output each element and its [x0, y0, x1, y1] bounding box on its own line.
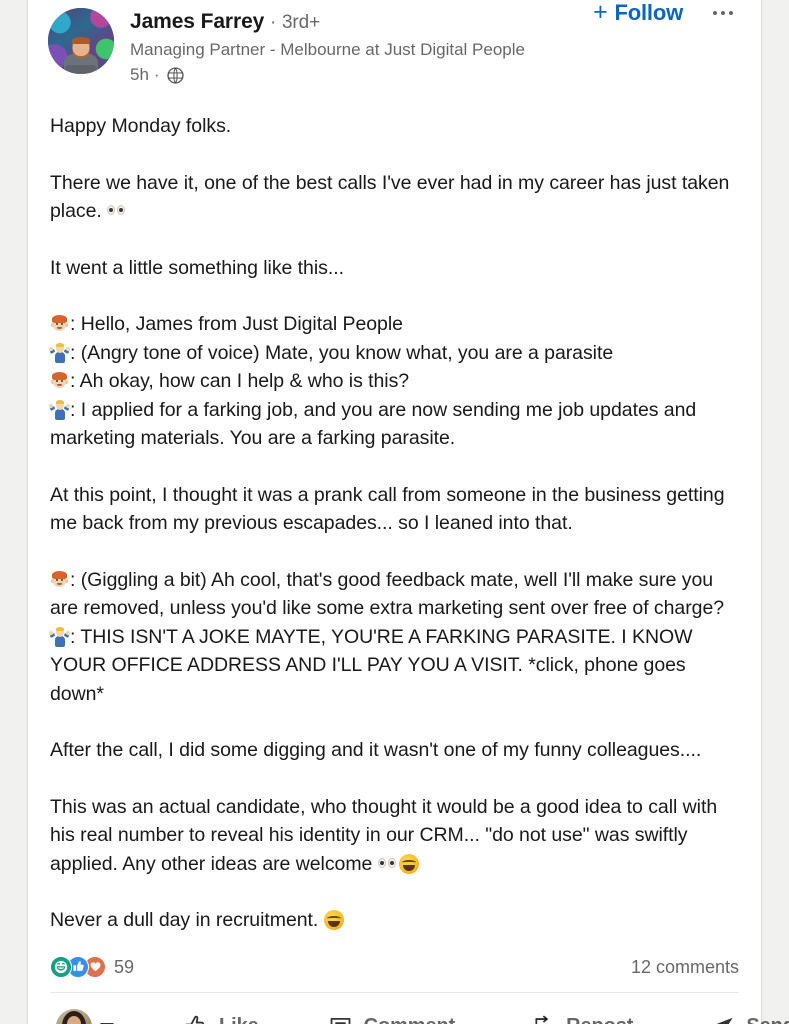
man-shrugging-icon: [49, 399, 70, 420]
post-meta: 5h ·: [130, 64, 741, 86]
man-shrugging-icon: [49, 626, 70, 647]
dialogue-text: : THIS ISN'T A JOKE MAYTE, YOU'RE A FARK…: [50, 625, 698, 705]
post-paragraph: Never a dull day in recruitment.: [50, 906, 739, 935]
like-button[interactable]: Like: [168, 1001, 273, 1024]
paragraph-text: Never a dull day in recruitment.: [50, 909, 324, 931]
more-options-button[interactable]: [699, 1, 747, 25]
comment-button[interactable]: Comment: [313, 1001, 470, 1024]
paragraph-text: At this point, I thought it was a prank …: [50, 483, 730, 535]
post-paragraph: It went a little something like this...: [50, 254, 739, 283]
post-action-bar: Like Comment: [28, 993, 789, 1024]
author-avatar[interactable]: [48, 8, 114, 74]
dialogue-text: : (Angry tone of voice) Mate, you know w…: [70, 341, 614, 364]
post-content: Happy Monday folks. There we have it, on…: [28, 112, 761, 935]
header-actions: + Follow: [587, 0, 747, 34]
ellipsis-icon: [729, 11, 733, 15]
follow-label: Follow: [614, 0, 684, 25]
meta-separator: ·: [153, 65, 160, 84]
linkedin-post-screen: James Farrey · 3rd+ Managing Partner - M…: [0, 0, 789, 1024]
man-shrugging-icon: [49, 342, 70, 363]
paragraph-text: Happy Monday folks.: [50, 115, 232, 137]
reaction-count: 59: [114, 956, 135, 977]
send-label: Send: [746, 1015, 789, 1024]
comment-label: Comment: [364, 1015, 456, 1024]
social-counts-row: 59 12 comments: [28, 953, 761, 981]
post-paragraph: Happy Monday folks.: [50, 112, 739, 141]
follow-button[interactable]: + Follow: [587, 0, 689, 34]
plus-icon: +: [593, 0, 608, 26]
dialogue-block: : Hello, James from Just Digital People:…: [49, 310, 739, 453]
post-timestamp: 5h: [130, 65, 149, 84]
comment-count[interactable]: 12 comments: [631, 956, 739, 978]
rofl-icon: [323, 910, 344, 930]
actor-switcher[interactable]: [46, 1001, 124, 1024]
man-red-hair-icon: [50, 315, 69, 334]
author-headline: Managing Partner - Melbourne at Just Dig…: [130, 40, 525, 59]
eyes-icon: [377, 854, 398, 873]
paper-plane-icon: [709, 1013, 736, 1024]
author-name: James Farrey: [130, 10, 265, 33]
post-paragraph: After the call, I did some digging and i…: [50, 736, 739, 765]
rofl-icon: [398, 853, 419, 874]
dialogue-text: : (Giggling a bit) Ah cool, that's good …: [50, 568, 725, 620]
post-paragraph: This was an actual candidate, who though…: [50, 793, 739, 879]
paragraph-text: There we have it, one of the best calls …: [50, 171, 735, 223]
speech-bubble-icon: [327, 1013, 354, 1024]
ellipsis-icon: [721, 11, 725, 15]
dialogue-text: : Hello, James from Just Digital People: [70, 313, 403, 335]
dialogue-block: : (Giggling a bit) Ah cool, that's good …: [49, 566, 739, 709]
post-paragraph: At this point, I thought it was a prank …: [50, 481, 739, 538]
dialogue-text: : Ah okay, how can I help & who is this?: [70, 370, 410, 392]
post-card: James Farrey · 3rd+ Managing Partner - M…: [28, 0, 789, 1024]
name-separator: ·: [269, 12, 277, 33]
thumbs-up-icon: [182, 1013, 209, 1024]
paragraph-text: After the call, I did some digging and i…: [50, 739, 702, 761]
connection-degree: 3rd+: [281, 12, 321, 33]
avatar: [56, 1008, 92, 1024]
repost-button[interactable]: Repost: [515, 1001, 647, 1024]
eyes-icon: [107, 201, 127, 220]
reactions-group[interactable]: 59: [50, 955, 135, 978]
laugh-reaction-icon: [50, 955, 72, 978]
ellipsis-icon: [713, 11, 717, 15]
man-red-hair-icon: [50, 372, 69, 391]
post-header: James Farrey · 3rd+ Managing Partner - M…: [28, 0, 761, 86]
avatar-person-figure: [61, 37, 101, 74]
repost-label: Repost: [566, 1015, 633, 1024]
globe-icon: [166, 66, 184, 84]
post-paragraph: There we have it, one of the best calls …: [50, 169, 739, 226]
paragraph-text: It went a little something like this...: [50, 256, 344, 279]
like-label: Like: [219, 1015, 259, 1024]
send-button[interactable]: Send: [695, 1001, 789, 1024]
dialogue-text: : I applied for a farking job, and you a…: [50, 398, 702, 450]
man-red-hair-icon: [50, 570, 69, 590]
repost-arrows-icon: [529, 1013, 556, 1024]
